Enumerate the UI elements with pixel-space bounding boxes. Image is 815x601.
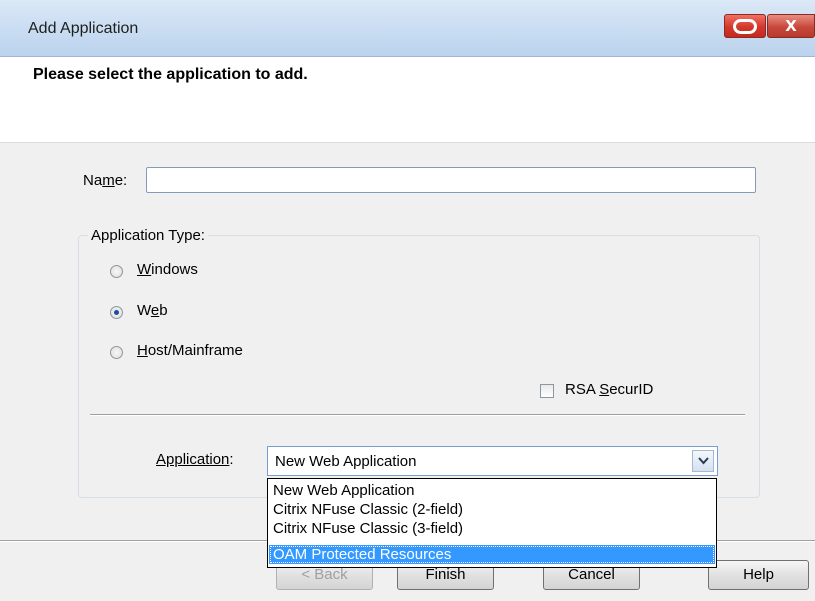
application-label: Application: <box>156 451 234 468</box>
dropdown-option[interactable]: Citrix NFuse Classic (2-field) <box>269 500 715 519</box>
title-bar: Add Application X <box>0 0 815 57</box>
radio-web[interactable] <box>110 306 123 319</box>
close-button[interactable]: X <box>767 14 815 38</box>
header-prompt: Please select the application to add. <box>33 66 308 83</box>
oracle-ring-icon <box>733 18 757 34</box>
radio-windows-label[interactable]: Windows <box>137 261 198 278</box>
dropdown-option-highlighted[interactable]: OAM Protected Resources <box>269 545 715 564</box>
rsa-securid-checkbox[interactable] <box>540 384 554 398</box>
dropdown-option[interactable]: New Web Application <box>269 481 715 500</box>
name-field[interactable] <box>146 167 756 193</box>
application-combobox[interactable]: New Web Application <box>267 446 718 476</box>
chevron-down-icon[interactable] <box>692 450 714 472</box>
window-title: Add Application <box>28 20 139 37</box>
name-label: Name: <box>83 172 128 189</box>
close-icon: X <box>785 17 797 35</box>
radio-host-mainframe[interactable] <box>110 346 123 359</box>
oracle-button[interactable] <box>724 14 766 38</box>
help-button[interactable]: Help <box>708 560 809 590</box>
radio-host-mainframe-label[interactable]: Host/Mainframe <box>137 342 243 359</box>
dropdown-option[interactable]: Citrix NFuse Classic (3-field) <box>269 519 715 538</box>
application-dropdown-list: New Web Application Citrix NFuse Classic… <box>267 478 717 568</box>
radio-web-label[interactable]: Web <box>137 302 168 319</box>
application-type-label: Application Type: <box>88 227 208 244</box>
group-separator <box>90 414 745 416</box>
rsa-securid-label[interactable]: RSA SecurID <box>565 381 653 398</box>
application-selected-value: New Web Application <box>275 453 417 470</box>
radio-windows[interactable] <box>110 265 123 278</box>
